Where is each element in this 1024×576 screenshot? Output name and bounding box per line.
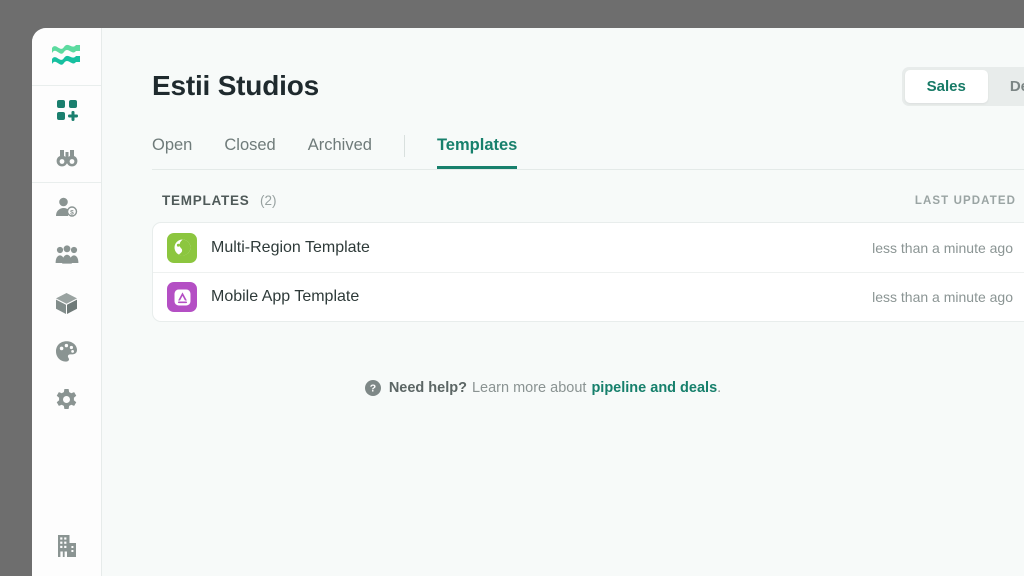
- sidebar-item-settings[interactable]: [32, 375, 101, 423]
- page-header: Estii Studios Sales De: [102, 28, 1024, 114]
- palette-icon: [56, 340, 77, 362]
- app-window: $ Estii Studios Sales D Open Closed Arch…: [32, 28, 1024, 576]
- help-footer: ? Need help? Learn more about pipeline a…: [102, 380, 1024, 396]
- tab-templates[interactable]: Templates: [436, 136, 518, 169]
- template-name: Mobile App Template: [211, 288, 360, 305]
- sidebar-item-explore[interactable]: [32, 134, 101, 182]
- help-middle-text: Learn more about: [471, 380, 587, 396]
- app-store-icon: [167, 282, 197, 312]
- help-link[interactable]: pipeline and deals: [591, 380, 717, 396]
- app-logo[interactable]: [32, 28, 101, 86]
- row-left: Multi-Region Template: [167, 232, 370, 263]
- tab-open[interactable]: Open: [152, 136, 192, 169]
- tab-archived[interactable]: Archived: [308, 136, 372, 169]
- section-count: (2): [259, 193, 277, 208]
- table-row[interactable]: Mobile App Template less than a minute a…: [153, 272, 1024, 321]
- tab-divider: [403, 135, 405, 157]
- svg-text:?: ?: [370, 383, 376, 395]
- row-left: Mobile App Template: [167, 282, 359, 312]
- template-last-updated: less than a minute ago: [872, 239, 1013, 256]
- sidebar-group-primary: [32, 86, 101, 182]
- tab-closed[interactable]: Closed: [224, 136, 275, 169]
- section-title: TEMPLATES: [162, 193, 250, 208]
- page-title: Estii Studios: [152, 70, 319, 101]
- mode-toggle: Sales De: [901, 66, 1024, 106]
- template-name: Multi-Region Template: [211, 238, 370, 256]
- person-dollar-icon: $: [56, 197, 78, 217]
- templates-section: TEMPLATES (2) LAST UPDATED Multi-Region …: [152, 192, 1024, 322]
- sidebar-item-sales[interactable]: $: [32, 183, 101, 231]
- sidebar-group-bottom: [32, 522, 101, 576]
- sidebar-group-secondary: $: [32, 182, 101, 423]
- estii-wave-logo: [51, 44, 80, 65]
- sidebar-item-company[interactable]: [32, 522, 101, 570]
- svg-text:$: $: [70, 210, 74, 217]
- sidebar-item-team[interactable]: [32, 231, 101, 279]
- grid-plus-icon: [56, 100, 78, 121]
- toggle-option-sales[interactable]: Sales: [904, 69, 988, 103]
- table-row[interactable]: Multi-Region Template less than a minute…: [153, 223, 1024, 272]
- main-content: Estii Studios Sales De Open Closed Archi…: [102, 28, 1024, 576]
- sidebar-item-branding[interactable]: [32, 327, 101, 375]
- sidebar-item-dashboard[interactable]: [32, 86, 101, 134]
- help-period: .: [717, 380, 722, 396]
- tab-bar: Open Closed Archived Templates: [152, 128, 1024, 170]
- box-icon: [56, 292, 77, 314]
- question-circle-icon: ?: [364, 380, 381, 396]
- template-last-updated: less than a minute ago: [872, 289, 1013, 305]
- gear-icon: [56, 388, 77, 409]
- building-icon: [57, 535, 76, 557]
- sidebar-item-products[interactable]: [32, 279, 101, 327]
- column-header-last-updated: LAST UPDATED: [914, 195, 1016, 207]
- help-strong-text: Need help?: [388, 380, 467, 396]
- templates-list-header: TEMPLATES (2) LAST UPDATED: [152, 192, 1024, 222]
- templates-card: Multi-Region Template less than a minute…: [152, 222, 1024, 322]
- toggle-option-delivery[interactable]: De: [988, 70, 1024, 103]
- section-heading: TEMPLATES (2): [162, 192, 276, 210]
- sidebar: $: [32, 28, 102, 576]
- binoculars-icon: [56, 150, 77, 167]
- globe-icon: [167, 232, 197, 263]
- people-icon: [55, 245, 78, 264]
